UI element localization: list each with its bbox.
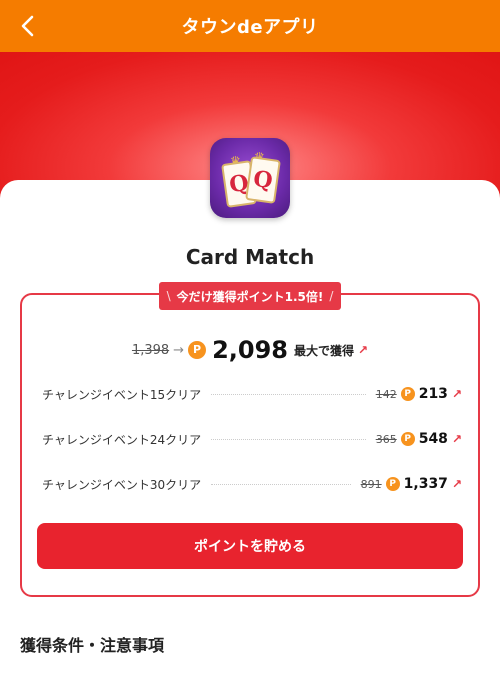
- point-coin-icon: P: [188, 341, 207, 359]
- dotted-leader: [211, 483, 351, 485]
- reward-row: チャレンジイベント15クリア 142 P 213 ↗: [42, 382, 462, 406]
- ribbon-text: 今だけ獲得ポイント1.5倍!: [176, 289, 324, 304]
- external-link-icon[interactable]: ↗: [452, 432, 462, 446]
- earn-points-button[interactable]: ポイントを貯める: [37, 523, 463, 569]
- total-points-row: 1,398 → P 2,098 最大で獲得 ↗: [0, 334, 500, 366]
- old-total-points: 1,398: [131, 342, 170, 358]
- reward-old-points: 891: [360, 477, 382, 491]
- reward-old-points: 365: [375, 432, 397, 446]
- conditions-heading: 獲得条件・注意事項: [20, 636, 165, 655]
- reward-label: チャレンジイベント15クリア: [42, 387, 202, 402]
- queen-card-icon: Q: [245, 156, 281, 204]
- reward-row: チャレンジイベント24クリア 365 P 548 ↗: [42, 427, 462, 451]
- external-link-icon[interactable]: ↗: [452, 387, 462, 401]
- new-total-points: 2,098: [212, 336, 288, 364]
- chevron-left-icon: [21, 15, 34, 37]
- reward-new-points: 548: [418, 431, 448, 447]
- dotted-leader: [211, 438, 366, 440]
- top-bar: タウンdeアプリ: [0, 0, 500, 52]
- reward-label: チャレンジイベント24クリア: [42, 432, 202, 447]
- point-coin-icon: P: [400, 432, 415, 446]
- back-button[interactable]: [14, 12, 42, 40]
- app-icon: ♛ ♛ Q Q: [210, 138, 290, 218]
- reward-label: チャレンジイベント30クリア: [42, 477, 202, 492]
- point-coin-icon: P: [400, 387, 415, 401]
- external-link-icon[interactable]: ↗: [358, 343, 368, 357]
- reward-new-points: 213: [418, 386, 448, 402]
- point-coin-icon: P: [385, 477, 400, 491]
- external-link-icon[interactable]: ↗: [452, 477, 462, 491]
- campaign-ribbon: \ 今だけ獲得ポイント1.5倍! /: [159, 282, 341, 310]
- arrow-right-icon: →: [173, 342, 185, 358]
- app-name: Card Match: [185, 245, 315, 269]
- dotted-leader: [211, 393, 366, 395]
- reward-old-points: 142: [375, 387, 397, 401]
- reward-row: チャレンジイベント30クリア 891 P 1,337 ↗: [42, 472, 462, 496]
- page-title: タウンdeアプリ: [181, 17, 319, 38]
- max-earn-label: 最大で獲得: [293, 343, 354, 358]
- reward-new-points: 1,337: [403, 476, 448, 492]
